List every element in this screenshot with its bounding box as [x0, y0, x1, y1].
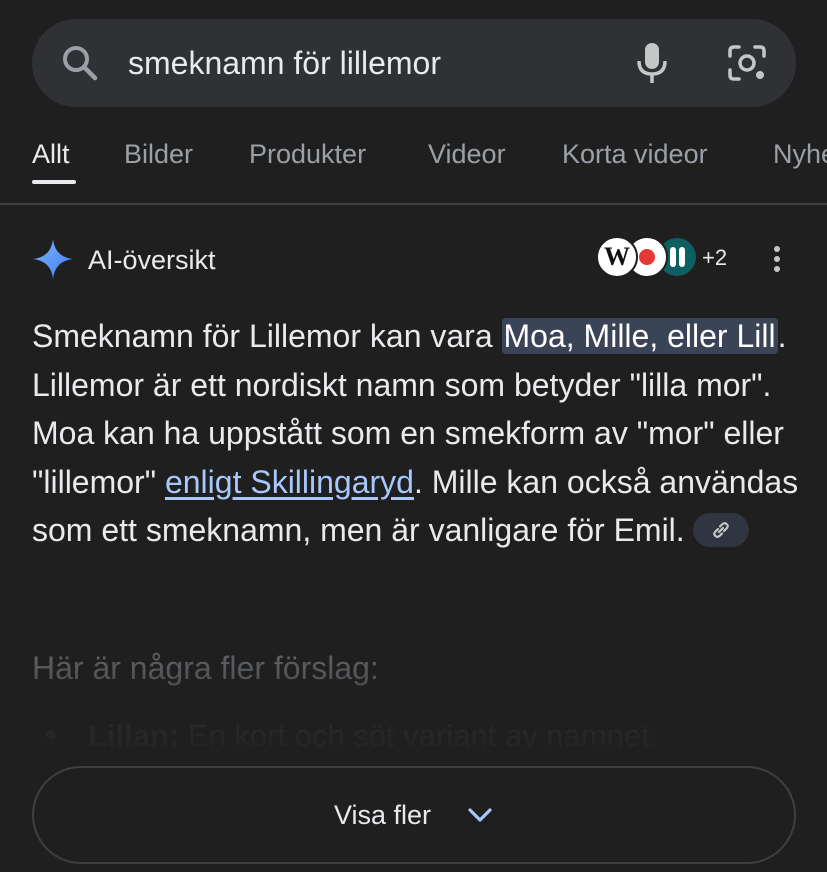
source-icons[interactable]: W +2	[596, 236, 736, 282]
search-tabs: Allt Bilder Produkter Videor Korta video…	[0, 128, 827, 204]
show-more-button[interactable]: Visa fler	[32, 766, 796, 864]
more-sources-count[interactable]: +2	[702, 244, 727, 272]
suggestion-text: En kort och söt variant av namnet.	[179, 718, 659, 753]
source-link[interactable]: enligt Skillingaryd	[165, 464, 414, 500]
more-suggestions-heading: Här är några fler förslag:	[32, 650, 379, 686]
wikipedia-icon[interactable]: W	[596, 236, 638, 278]
chevron-down-icon	[468, 808, 492, 822]
highlighted-nicknames: Moa, Mille, eller Lill	[501, 318, 778, 354]
answer-text-part: Smeknamn för Lillemor kan vara	[32, 318, 502, 354]
list-item: Lillan: En kort och söt variant av namne…	[32, 716, 658, 756]
bullet	[46, 729, 56, 740]
tab-videor[interactable]: Videor	[428, 138, 506, 170]
microphone-icon[interactable]	[632, 41, 672, 85]
active-tab-indicator	[32, 180, 76, 184]
link-chip-button[interactable]	[692, 512, 749, 547]
search-bar[interactable]: smeknamn för lillemor	[32, 19, 796, 107]
suggestion-name: Lillan:	[88, 718, 180, 753]
camera-lens-icon[interactable]	[726, 43, 768, 83]
ai-overview-title: AI-översikt	[88, 245, 216, 275]
tab-korta-videor[interactable]: Korta videor	[562, 138, 708, 170]
tab-bilder[interactable]: Bilder	[124, 138, 193, 170]
sparkle-icon	[33, 239, 73, 279]
search-icon[interactable]	[60, 43, 100, 83]
show-more-label: Visa fler	[334, 800, 432, 830]
tab-allt[interactable]: Allt	[32, 138, 70, 170]
search-results-page: smeknamn för lillemor Allt Bilder Produk…	[0, 0, 827, 872]
link-icon	[712, 521, 729, 538]
more-options-icon[interactable]	[766, 244, 788, 280]
tab-produkter[interactable]: Produkter	[249, 138, 366, 170]
tab-nyheter[interactable]: Nyheter	[773, 138, 827, 170]
ai-answer-text: Smeknamn för Lillemor kan vara Moa, Mill…	[32, 312, 802, 555]
tabs-divider	[0, 203, 827, 205]
search-input[interactable]: smeknamn för lillemor	[128, 43, 441, 83]
ai-overview-header: AI-översikt W +2	[0, 230, 827, 290]
